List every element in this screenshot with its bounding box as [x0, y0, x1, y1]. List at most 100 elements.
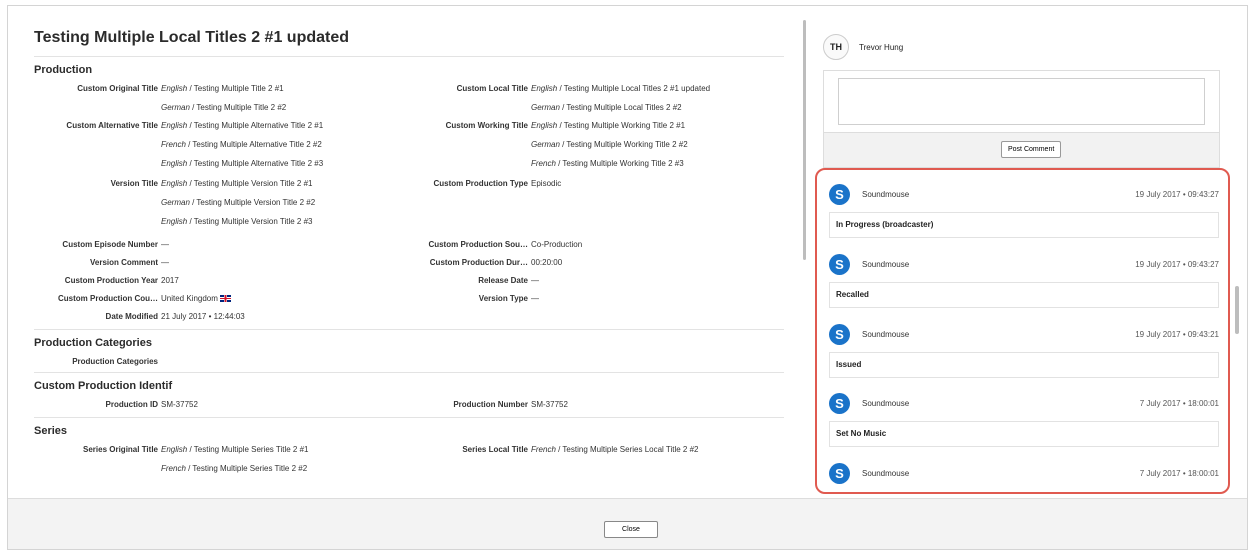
activity-author: Soundmouse	[862, 260, 910, 269]
avatar: TH	[823, 34, 849, 60]
field-label: Custom Production Dur…	[429, 258, 528, 267]
close-button[interactable]: Close	[604, 521, 658, 538]
field-row: Version Title English / Testing Multiple…	[34, 174, 794, 231]
activity-author: Soundmouse	[862, 399, 910, 408]
comment-input[interactable]	[838, 78, 1205, 125]
activity-status: Set No Music	[829, 421, 1219, 447]
activity-scrollbar[interactable]	[1235, 286, 1239, 334]
modal-footer: Close	[8, 498, 1247, 549]
field-label: Custom Production Sou…	[428, 240, 528, 249]
soundmouse-logo-icon: S	[829, 393, 850, 414]
activity-time: 7 July 2017 • 18:00:01	[1139, 399, 1219, 408]
field-row: Custom Alternative Title English / Testi…	[34, 116, 794, 173]
field-label: Production Number	[453, 400, 528, 409]
soundmouse-logo-icon: S	[829, 254, 850, 275]
field-label: Custom Original Title	[77, 84, 158, 93]
details-panel: Testing Multiple Local Titles 2 #1 updat…	[8, 6, 801, 498]
field-row: Series Original Title English / Testing …	[34, 440, 794, 478]
activity-author: Soundmouse	[862, 190, 910, 199]
field-label: Date Modified	[105, 312, 158, 321]
field-value: English / Testing Multiple Working Title…	[531, 121, 686, 130]
activity-status: In Progress (broadcaster)	[829, 212, 1219, 238]
current-user: TH Trevor Hung	[823, 34, 903, 60]
field-value: German / Testing Multiple Title 2 #2	[161, 103, 287, 112]
field-row: Custom Episode Number — Custom Productio…	[34, 235, 794, 254]
field-value: English / Testing Multiple Alternative T…	[161, 159, 324, 168]
page-title: Testing Multiple Local Titles 2 #1 updat…	[34, 29, 350, 46]
field-value: English / Testing Multiple Version Title…	[161, 217, 313, 226]
field-label: Custom Episode Number	[62, 240, 158, 249]
activity-feed: S Soundmouse 19 July 2017 • 09:43:27 In …	[815, 168, 1230, 494]
production-categories-fields: Production Categories	[34, 352, 801, 372]
user-name: Trevor Hung	[859, 42, 904, 52]
field-value: Episodic	[531, 179, 562, 188]
field-value: 21 July 2017 • 12:44:03	[161, 312, 245, 321]
details-scrollbar[interactable]	[803, 20, 806, 260]
activity-time: 19 July 2017 • 09:43:27	[1135, 190, 1219, 199]
field-label: Production Categories	[72, 357, 158, 366]
field-value: English / Testing Multiple Series Title …	[161, 445, 309, 454]
field-value: English / Testing Multiple Alternative T…	[161, 121, 324, 130]
field-row: Date Modified 21 July 2017 • 12:44:03	[34, 307, 794, 326]
field-row: Custom Original Title English / Testing …	[34, 79, 794, 117]
section-heading-production-categories: Production Categories	[34, 337, 152, 349]
field-label: Custom Working Title	[445, 121, 528, 130]
activity-time: 7 July 2017 • 18:00:01	[1139, 469, 1219, 478]
field-label: Series Original Title	[83, 445, 158, 454]
field-label: Custom Production Cou…	[58, 294, 158, 303]
soundmouse-logo-icon: S	[829, 463, 850, 484]
section-heading-series: Series	[34, 425, 68, 437]
field-value: French / Testing Multiple Series Title 2…	[161, 464, 308, 473]
field-value: 00:20:00	[531, 258, 563, 267]
field-value: SM-37752	[531, 400, 568, 409]
comment-composer: Post Comment	[823, 70, 1220, 168]
field-label: Release Date	[478, 276, 528, 285]
activity-time: 19 July 2017 • 09:43:27	[1135, 260, 1219, 269]
field-row: Custom Production Cou… United Kingdom Ve…	[34, 289, 794, 308]
post-comment-button[interactable]: Post Comment	[1001, 141, 1062, 158]
field-row: Production ID SM-37752 Production Number…	[34, 395, 794, 414]
field-value: Co-Production	[531, 240, 583, 249]
field-value: 2017	[161, 276, 179, 285]
field-label: Version Comment	[89, 258, 158, 267]
field-value: English / Testing Multiple Version Title…	[161, 179, 313, 188]
field-value: French / Testing Multiple Working Title …	[531, 159, 684, 168]
field-label: Series Local Title	[462, 445, 528, 454]
field-value: French / Testing Multiple Series Local T…	[531, 445, 699, 454]
activity-status: Issued	[829, 352, 1219, 378]
uk-flag-icon	[219, 295, 231, 302]
field-value: French / Testing Multiple Alternative Ti…	[161, 140, 322, 149]
field-value: United Kingdom	[161, 289, 231, 308]
field-row: Custom Production Year 2017 Release Date…	[34, 271, 794, 290]
field-value: SM-37752	[161, 400, 198, 409]
activity-author: Soundmouse	[862, 330, 910, 339]
field-label: Custom Alternative Title	[66, 121, 158, 130]
production-details-modal: Testing Multiple Local Titles 2 #1 updat…	[7, 5, 1248, 550]
comments-panel: TH Trevor Hung Post Comment S Soundmouse…	[815, 6, 1239, 498]
field-value: —	[161, 258, 169, 267]
activity-time: 19 July 2017 • 09:43:21	[1135, 330, 1219, 339]
identifier-fields: Production ID SM-37752 Production Number…	[34, 395, 801, 417]
field-value: English / Testing Multiple Local Titles …	[531, 84, 711, 93]
activity-status: Recalled	[829, 282, 1219, 308]
production-fields: Custom Original Title English / Testing …	[34, 79, 801, 321]
field-value: —	[161, 240, 169, 249]
field-label: Production ID	[105, 400, 158, 409]
field-value: —	[531, 294, 539, 303]
soundmouse-logo-icon: S	[829, 324, 850, 345]
field-label: Custom Local Title	[456, 84, 528, 93]
field-label: Custom Production Type	[433, 179, 528, 188]
activity-author: Soundmouse	[862, 469, 910, 478]
field-value: German / Testing Multiple Working Title …	[531, 140, 688, 149]
field-value: German / Testing Multiple Version Title …	[161, 198, 316, 207]
field-row: Production Categories	[34, 352, 794, 371]
field-label: Version Type	[478, 294, 528, 303]
field-value: English / Testing Multiple Title 2 #1	[161, 84, 284, 93]
soundmouse-logo-icon: S	[829, 184, 850, 205]
field-value: —	[531, 276, 539, 285]
series-fields: Series Original Title English / Testing …	[34, 440, 801, 480]
comment-input-area	[824, 71, 1219, 133]
field-value: German / Testing Multiple Local Titles 2…	[531, 103, 682, 112]
field-label: Version Title	[110, 179, 158, 188]
field-label: Custom Production Year	[64, 276, 158, 285]
